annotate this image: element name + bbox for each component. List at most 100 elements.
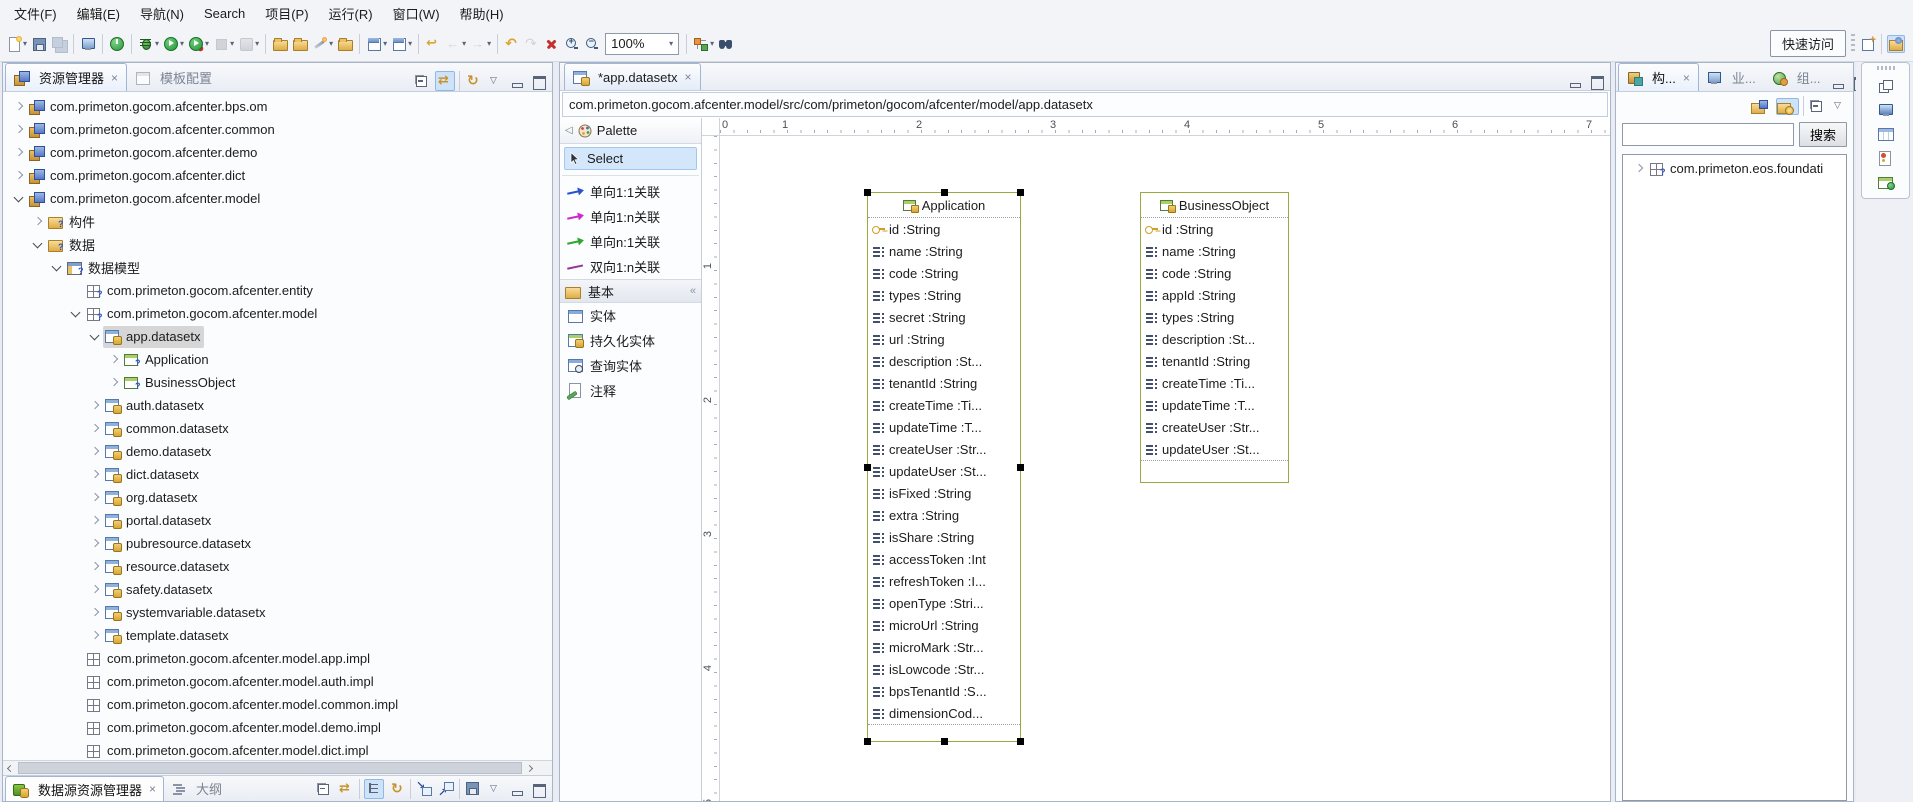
minimize-icon[interactable] [508,780,526,798]
zoom-in-button[interactable]: ▾ [562,34,582,54]
entity-field[interactable]: name :String [868,240,1020,262]
toolbar-separator[interactable]: ▾ [686,34,687,54]
entity-field[interactable]: openType :Stri... [868,592,1020,614]
tree-expander-icon[interactable] [87,486,103,509]
tab-template-config[interactable]: 模板配置 [127,63,220,91]
tree-item[interactable]: com.primeton.gocom.afcenter.common [3,118,552,141]
tree-expander-icon[interactable] [11,95,27,118]
palette-collapse-icon[interactable] [565,125,573,136]
entity-field[interactable]: updateUser :St... [1141,438,1288,460]
redo-button[interactable]: ▾ [522,34,542,54]
entity-field[interactable]: createTime :Ti... [868,394,1020,416]
tree-item[interactable]: app.datasetx [3,325,552,348]
menu-project[interactable]: 项目(P) [255,1,318,26]
tree-item[interactable]: com.primeton.eos.foundati [1623,157,1846,180]
coverage-button[interactable]: ▾ [236,34,261,54]
entity-field[interactable]: createUser :Str... [1141,416,1288,438]
tree-expander-icon[interactable] [106,371,122,394]
table-view-icon[interactable] [1877,126,1895,142]
hierarchical-view-button[interactable] [1776,98,1799,115]
perspective-bar-handle[interactable] [1851,34,1855,54]
tree-expander-icon[interactable] [68,693,84,716]
tree-expander-icon[interactable] [68,739,84,760]
tree-expander-icon[interactable] [87,532,103,555]
open-resource-button[interactable]: ▾ [270,34,290,54]
tree-item[interactable]: com.primeton.gocom.afcenter.demo [3,141,552,164]
delete-button[interactable]: ▾ [542,34,562,54]
tree-expander-icon[interactable] [11,164,27,187]
deploy-button[interactable]: ▾ [310,34,335,54]
quick-access-button[interactable]: 快速访问 [1770,30,1846,57]
collapse-all-icon[interactable] [413,72,431,90]
tab-business-dictionary[interactable]: 业... [1699,63,1764,91]
tree-item[interactable]: com.primeton.gocom.afcenter.dict [3,164,552,187]
tree-item[interactable]: template.datasetx [3,624,552,647]
tree-expander-icon[interactable] [87,555,103,578]
tree-item[interactable]: 数据 [3,233,552,256]
palette-tool-bidirectional[interactable]: 双向1:n关联 [560,254,701,279]
tree-item[interactable]: com.primeton.gocom.afcenter.entity [3,279,552,302]
scroll-left-icon[interactable] [3,761,18,775]
tree-expander-icon[interactable] [87,417,103,440]
menu-help[interactable]: 帮助(H) [450,1,514,26]
current-perspective-button[interactable] [1887,35,1905,53]
maximize-icon[interactable] [1588,72,1606,90]
open-console-button[interactable]: ▾ [78,34,98,54]
entity-field[interactable]: updateUser :St... [868,460,1020,482]
run-secure-button[interactable]: ▾ [186,34,211,54]
minimize-icon[interactable] [508,72,526,90]
toolbar-separator[interactable]: ▾ [102,34,103,54]
refresh-icon[interactable] [464,72,482,90]
tree-item[interactable]: safety.datasetx [3,578,552,601]
tree-expander-icon[interactable] [87,601,103,624]
maximize-icon[interactable] [530,780,548,798]
entity-field[interactable]: description :St... [1141,328,1288,350]
entity-field[interactable]: bpsTenantId :S... [868,680,1020,702]
tree-view-toggle-button[interactable] [364,779,384,799]
entity-field[interactable]: appId :String [1141,284,1288,306]
profile-button[interactable]: ▾ [211,34,236,54]
search-input[interactable] [1622,123,1794,146]
entity-field[interactable]: refreshToken :I... [868,570,1020,592]
open-perspective-icon[interactable] [1860,36,1876,52]
tree-expander-icon[interactable] [68,302,84,325]
view-menu-icon[interactable] [1830,97,1848,115]
selection-handle[interactable] [1017,189,1024,196]
palette-tool-one-to-one[interactable]: 单向1:1关联 [560,179,701,204]
entity-field[interactable]: tenantId :String [1141,350,1288,372]
zoom-out-button[interactable]: ▾ [582,34,602,54]
save-button[interactable]: ▾ [29,34,49,54]
menu-run[interactable]: 运行(R) [319,1,383,26]
close-icon[interactable] [685,70,692,84]
toolbar-separator[interactable]: ▾ [131,34,132,54]
tree-item[interactable]: org.datasetx [3,486,552,509]
entity-field[interactable]: id :String [868,218,1020,240]
tab-component-library[interactable]: 构... [1618,63,1699,91]
save-icon[interactable] [464,780,482,798]
toolbar-separator[interactable]: ▾ [265,34,266,54]
start-server-button[interactable]: ▾ [107,34,127,54]
editor-group-button[interactable]: ▾ [389,34,414,54]
tree-expander-icon[interactable] [68,647,84,670]
maximize-icon[interactable] [530,72,548,90]
tree-expander-icon[interactable] [68,670,84,693]
palette-tool-query-entity[interactable]: 查询实体 [560,353,701,378]
new-editor-button[interactable]: ▾ [364,34,389,54]
palette-tool-note[interactable]: 注释 [560,378,701,403]
tree-item[interactable]: BusinessObject [3,371,552,394]
breadcrumb[interactable]: com.primeton.gocom.afcenter.model/src/co… [562,92,1608,117]
tree-expander-icon[interactable] [68,279,84,302]
entity-header[interactable]: BusinessObject [1141,193,1288,218]
entity-field[interactable]: types :String [1141,306,1288,328]
palette-tool-entity[interactable]: 实体 [560,303,701,328]
selection-handle[interactable] [941,738,948,745]
minimize-icon[interactable] [1829,73,1847,91]
new-wizard-button[interactable]: ▾ [4,34,29,54]
tree-item[interactable]: dict.datasetx [3,463,552,486]
palette-header[interactable]: Palette [560,118,701,144]
tree-item[interactable]: demo.datasetx [3,440,552,463]
selection-handle[interactable] [864,738,871,745]
layout-button[interactable]: ▾ [691,34,716,54]
tree-expander-icon[interactable] [1631,157,1647,180]
tab-organization[interactable]: 组... [1764,63,1829,91]
